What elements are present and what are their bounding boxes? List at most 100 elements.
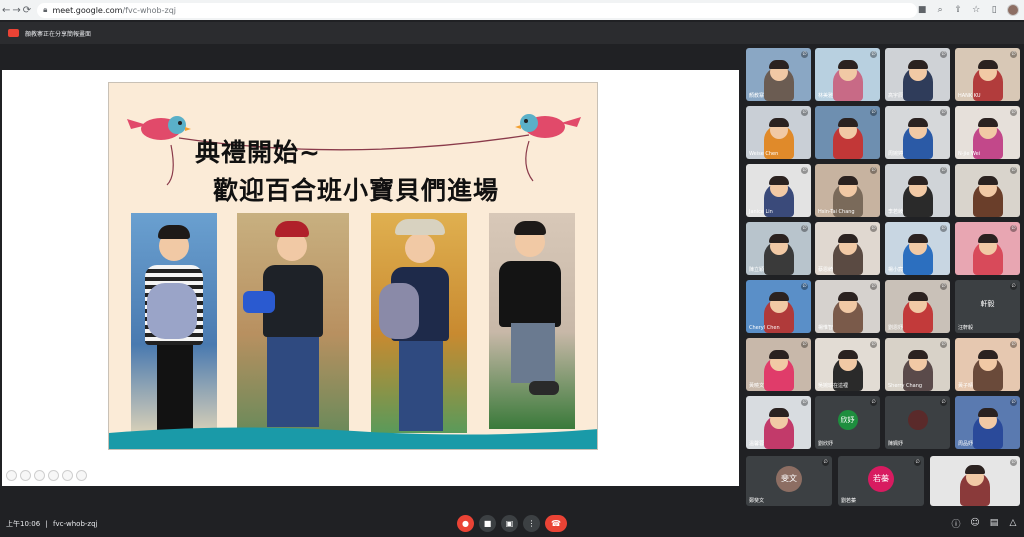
participant-name: 周婉婷	[888, 151, 904, 157]
participant-tile[interactable]: ∅	[930, 456, 1020, 506]
participant-name: 楊惟智	[818, 325, 834, 331]
presenting-banner: 顏教寨正在分享簡報畫面	[0, 22, 1024, 44]
mic-muted-icon: ∅	[1010, 51, 1017, 58]
meeting-bottom-bar: 上午10:06 | fvc-whob-zqj ● ■ ▣ ⋮ ☎ ⓘ ☺ ▤ △	[0, 511, 1024, 537]
participant-tile[interactable]: 軒毅 ∅ 汪軒毅	[955, 280, 1020, 333]
participant-tile[interactable]: ∅ Janice Lin	[746, 164, 811, 217]
participant-tile[interactable]: ∅	[955, 222, 1020, 275]
mic-muted-icon: ∅	[940, 167, 947, 174]
participant-name: 楊小宸	[888, 267, 904, 273]
participant-tile[interactable]: ∅ N-jie Wei	[955, 106, 1020, 159]
address-bar[interactable]: 🔒︎ meet.google.com/fvc-whob-zqj	[37, 2, 918, 18]
participant-tile[interactable]: ∅ 吳婉瑜在這裡	[815, 338, 880, 391]
star-icon[interactable]: ☆	[971, 5, 981, 15]
zoom-icon[interactable]	[62, 470, 73, 481]
camera-icon[interactable]: ■	[479, 515, 496, 532]
mic-muted-icon: ∅	[822, 459, 829, 466]
mic-muted-icon: ∅	[870, 109, 877, 116]
forward-icon[interactable]: →	[12, 2, 20, 18]
participant-hair	[907, 292, 928, 301]
people-icon[interactable]: ☺	[970, 518, 980, 528]
participant-tile[interactable]: ∅	[815, 106, 880, 159]
participant-hair	[837, 292, 858, 301]
participant-tile[interactable]: ∅ 陳姵妤	[885, 396, 950, 449]
participant-hair	[977, 234, 998, 243]
participant-hair	[768, 234, 789, 243]
mic-muted-icon: ∅	[1010, 225, 1017, 232]
zoom-icon[interactable]: ⌕	[935, 5, 945, 15]
participant-tile[interactable]: 若蓁 ∅ 劉若蓁	[838, 456, 924, 506]
participant-tile[interactable]: ∅ Hsin-Tai Chang	[815, 164, 880, 217]
participant-name: 顏教寨	[749, 93, 765, 99]
chat-icon[interactable]: ▤	[989, 518, 999, 528]
participant-hair	[977, 176, 998, 185]
participant-hair	[837, 176, 858, 185]
participant-tile[interactable]: ∅ 高宇辰	[885, 48, 950, 101]
more-icon[interactable]	[76, 470, 87, 481]
back-icon[interactable]: ←	[2, 2, 10, 18]
participant-tile[interactable]: 欣妤 ∅ 劉欣妤	[815, 396, 880, 449]
mic-muted-icon: ∅	[940, 341, 947, 348]
participant-hair	[907, 118, 928, 127]
participant-tile[interactable]: ∅ 周品妤	[955, 396, 1020, 449]
url-path: /fvc-whob-zqj	[122, 5, 176, 15]
participant-tile[interactable]: ∅ 顏教寨	[746, 48, 811, 101]
participant-tile[interactable]: ∅ Cheryl Chen	[746, 280, 811, 333]
participant-tile[interactable]: ∅ 陳立穎	[746, 222, 811, 275]
participant-name: Weise Chen	[749, 151, 779, 157]
participant-tile[interactable]: 斐文 ∅ 鄭斐文	[746, 456, 832, 506]
mic-muted-icon: ∅	[801, 167, 808, 174]
mic-muted-icon: ∅	[801, 399, 808, 406]
copy-icon[interactable]	[48, 470, 59, 481]
previous-icon[interactable]	[6, 470, 17, 481]
participant-name: HANK KU	[958, 93, 981, 99]
participant-hair	[977, 118, 998, 127]
highlighter-icon[interactable]	[34, 470, 45, 481]
participant-tile[interactable]: ∅ 周婉婷	[885, 106, 950, 159]
participant-hair	[837, 234, 858, 243]
present-screen-icon[interactable]: ▣	[501, 515, 518, 532]
more-options-icon[interactable]: ⋮	[523, 515, 540, 532]
participant-avatar: 斐文	[776, 465, 802, 492]
slide-tools	[6, 470, 87, 481]
child-photo-1	[131, 213, 217, 433]
participant-tile[interactable]: ∅	[955, 164, 1020, 217]
participant-name: Janice Lin	[749, 209, 773, 215]
participant-tile[interactable]: ∅ 李若綾	[885, 164, 950, 217]
meeting-info: 上午10:06 | fvc-whob-zqj	[6, 519, 97, 529]
participant-tile[interactable]: ∅ 黃子晴	[955, 338, 1020, 391]
participant-tile[interactable]: ∅ 蔡恩綺	[815, 222, 880, 275]
profile-avatar[interactable]	[1007, 4, 1020, 16]
participant-avatar: 若蓁	[868, 465, 894, 492]
participant-name: 陳立穎	[749, 267, 765, 273]
lock-icon[interactable]: 🔒︎	[43, 5, 47, 15]
participant-tile[interactable]: ∅ HANK KU	[955, 48, 1020, 101]
camera-icon[interactable]: ■	[917, 5, 927, 15]
mic-muted-icon: ∅	[801, 225, 808, 232]
mic-muted-icon: ∅	[801, 109, 808, 116]
participant-tile[interactable]: ∅ 劉恩妤	[885, 280, 950, 333]
participant-tile[interactable]: ∅ 林美雅	[815, 48, 880, 101]
participant-tile[interactable]: ∅ 溫馨蓉	[746, 396, 811, 449]
mic-off-icon[interactable]: ●	[457, 515, 474, 532]
participant-hair	[768, 408, 789, 417]
activities-icon[interactable]: △	[1008, 518, 1018, 528]
participant-name: 劉若蓁	[841, 498, 857, 504]
hang-up-icon[interactable]: ☎	[545, 515, 567, 532]
share-icon[interactable]: ⇪	[953, 5, 963, 15]
slide-wave-decoration	[109, 427, 597, 449]
participant-tile[interactable]: ∅ Sherry Chang	[885, 338, 950, 391]
participant-hair	[907, 234, 928, 243]
participant-name: 劉恩妤	[888, 325, 904, 331]
reload-icon[interactable]: ⟳	[23, 2, 31, 18]
participant-hair	[965, 465, 985, 474]
meeting-time: 上午10:06	[6, 520, 41, 528]
participant-tile[interactable]: ∅ 楊小宸	[885, 222, 950, 275]
participant-tile[interactable]: ∅ 楊惟智	[815, 280, 880, 333]
participant-tile[interactable]: ∅ Weise Chen	[746, 106, 811, 159]
participant-name: Cheryl Chen	[749, 325, 780, 331]
pen-icon[interactable]	[20, 470, 31, 481]
sidebar-icon[interactable]: ▯	[989, 5, 999, 15]
participant-tile[interactable]: ∅ 黃曉文	[746, 338, 811, 391]
info-icon[interactable]: ⓘ	[951, 518, 961, 530]
